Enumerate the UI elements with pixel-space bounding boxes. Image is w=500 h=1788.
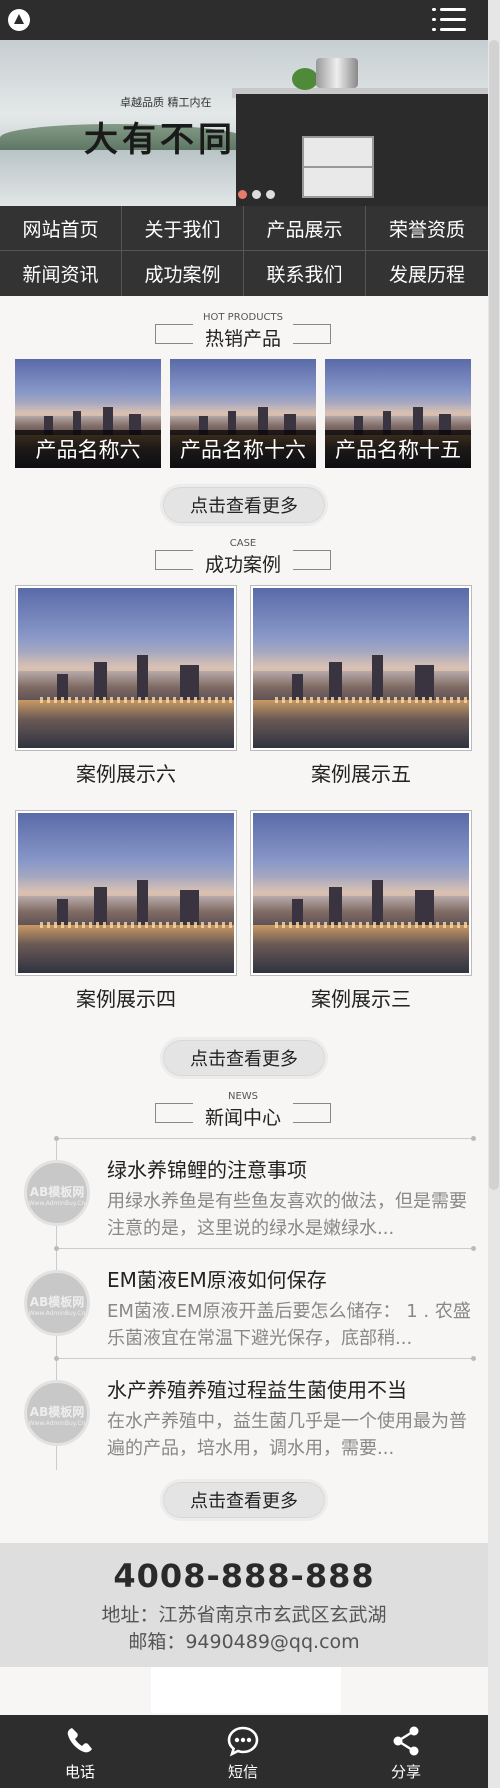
footer-blank-box <box>151 1667 341 1713</box>
news-summary: EM菌液.EM原液开盖后要怎么储存： 1 . 农盛乐菌液宜在常温下避光保存，底部… <box>107 1301 471 1349</box>
sms-label: 短信 <box>227 1763 258 1781</box>
thumbnail-text: AB模板网 <box>29 1405 85 1419</box>
nav-divider <box>0 250 488 251</box>
logo-icon[interactable] <box>8 9 30 31</box>
product-card[interactable]: 产品名称十五 <box>325 359 471 468</box>
case-title[interactable]: 案例展示五 <box>250 758 472 787</box>
address-text: 地址：江苏省南京市玄武区玄武湖 <box>101 1604 387 1626</box>
news-item[interactable]: AB模板网 Www.AdminBuy.Cn EM菌液EM原液如何保存 EM菌液.… <box>0 1246 488 1358</box>
share-label: 分享 <box>390 1763 421 1781</box>
products-more-button[interactable]: 点击查看更多 <box>160 484 328 526</box>
phone-icon <box>67 1728 92 1753</box>
nav-divider <box>243 206 244 296</box>
section-title-cn: 新闻中心 <box>204 1107 281 1129</box>
thumbnail-subtext: Www.AdminBuy.Cn <box>28 1310 86 1317</box>
case-title[interactable]: 案例展示六 <box>15 758 237 787</box>
news-item[interactable]: AB模板网 Www.AdminBuy.Cn 水产养殖养殖过程益生菌使用不当 在水… <box>0 1356 488 1468</box>
news-separator <box>54 1136 476 1141</box>
slide-dot[interactable] <box>252 190 261 199</box>
product-card[interactable]: 产品名称十六 <box>170 359 316 468</box>
news-title[interactable]: EM菌液EM原液如何保存 <box>107 1264 475 1293</box>
slide-dot[interactable] <box>266 190 275 199</box>
main-nav-grid: 网站首页 关于我们 产品展示 荣誉资质 新闻资讯 成功案例 联系我们 发展历程 <box>0 206 488 296</box>
thumbnail-subtext: Www.AdminBuy.Cn <box>28 1420 86 1427</box>
case-image <box>253 813 469 973</box>
nav-divider <box>365 206 366 296</box>
case-card[interactable] <box>250 585 472 751</box>
share-icon <box>393 1726 419 1756</box>
case-card[interactable] <box>250 810 472 976</box>
scrollbar-thumb[interactable] <box>489 40 499 1190</box>
news-item[interactable]: AB模板网 Www.AdminBuy.Cn 绿水养锦鲤的注意事项 用绿水养鱼是有… <box>0 1136 488 1248</box>
banner-tagline: 卓越品质 精工内在 <box>120 96 212 109</box>
hotline-number[interactable]: 4008-888-888 <box>0 1557 488 1595</box>
section-title-cn: 热销产品 <box>204 328 281 350</box>
section-title-products: HOT PRODUCTS 热销产品 <box>155 312 331 350</box>
news-thumbnail: AB模板网 Www.AdminBuy.Cn <box>24 1270 90 1336</box>
nav-item-history[interactable]: 发展历程 <box>366 251 488 296</box>
bottom-action-bar: 电话 短信 分享 <box>0 1715 488 1788</box>
page: 卓越品质 精工内在 大有不同 网站首页 关于我们 产品展示 荣誉资质 新闻资讯 … <box>0 0 500 1788</box>
section-title-cases: CASE 成功案例 <box>155 538 331 576</box>
nav-divider <box>121 206 122 296</box>
sms-button[interactable]: 短信 <box>183 1715 303 1788</box>
section-title-news: NEWS 新闻中心 <box>155 1091 331 1129</box>
case-image <box>253 588 469 748</box>
case-title[interactable]: 案例展示四 <box>15 983 237 1012</box>
banner-pot <box>316 58 358 88</box>
news-separator <box>54 1246 476 1251</box>
top-header <box>0 0 488 40</box>
news-more-button[interactable]: 点击查看更多 <box>160 1479 328 1521</box>
product-name: 产品名称六 <box>15 430 161 468</box>
news-title[interactable]: 绿水养锦鲤的注意事项 <box>107 1154 475 1183</box>
message-icon <box>227 1726 259 1757</box>
nav-item-cases[interactable]: 成功案例 <box>122 251 243 296</box>
nav-item-news[interactable]: 新闻资讯 <box>0 251 121 296</box>
banner-drawer <box>302 136 374 198</box>
case-title[interactable]: 案例展示三 <box>250 983 472 1012</box>
news-thumbnail: AB模板网 Www.AdminBuy.Cn <box>24 1160 90 1226</box>
nav-item-products[interactable]: 产品展示 <box>244 206 365 250</box>
nav-item-about[interactable]: 关于我们 <box>122 206 243 250</box>
call-button[interactable]: 电话 <box>20 1715 140 1788</box>
email-text[interactable]: 邮箱：9490489@qq.com <box>0 1627 488 1654</box>
case-card[interactable] <box>15 810 237 976</box>
banner-slogan: 大有不同 <box>84 120 236 160</box>
news-separator <box>54 1356 476 1361</box>
nav-item-home[interactable]: 网站首页 <box>0 206 121 250</box>
contact-footer: 4008-888-888 地址：江苏省南京市玄武区玄武湖 邮箱：9490489@… <box>0 1543 488 1667</box>
section-title-en: CASE <box>229 538 257 549</box>
thumbnail-text: AB模板网 <box>29 1295 85 1309</box>
thumbnail-text: AB模板网 <box>29 1185 85 1199</box>
section-title-en: NEWS <box>227 1091 259 1102</box>
product-card[interactable]: 产品名称六 <box>15 359 161 468</box>
case-image <box>18 813 234 973</box>
thumbnail-subtext: Www.AdminBuy.Cn <box>28 1200 86 1207</box>
cases-more-button[interactable]: 点击查看更多 <box>160 1037 328 1079</box>
section-title-en: HOT PRODUCTS <box>203 312 283 323</box>
call-label: 电话 <box>64 1763 95 1781</box>
case-image <box>18 588 234 748</box>
product-name: 产品名称十五 <box>325 430 471 468</box>
hamburger-menu-icon[interactable] <box>432 8 466 32</box>
hero-banner[interactable]: 卓越品质 精工内在 大有不同 <box>0 40 488 206</box>
news-thumbnail: AB模板网 Www.AdminBuy.Cn <box>24 1380 90 1446</box>
slide-dot[interactable] <box>238 190 247 199</box>
news-title[interactable]: 水产养殖养殖过程益生菌使用不当 <box>107 1374 475 1403</box>
scrollbar-track[interactable] <box>488 0 500 1788</box>
news-summary: 在水产养殖中，益生菌几乎是一个使用最为普遍的产品，培水用，调水用，需要... <box>107 1411 467 1459</box>
product-name: 产品名称十六 <box>170 430 316 468</box>
nav-item-honors[interactable]: 荣誉资质 <box>366 206 488 250</box>
case-card[interactable] <box>15 585 237 751</box>
banner-plant <box>292 68 318 90</box>
slide-indicator <box>238 184 280 203</box>
share-button[interactable]: 分享 <box>346 1715 466 1788</box>
section-title-cn: 成功案例 <box>204 554 281 576</box>
news-summary: 用绿水养鱼是有些鱼友喜欢的做法，但是需要注意的是，这里说的绿水是嫩绿水... <box>107 1191 467 1239</box>
nav-item-contact[interactable]: 联系我们 <box>244 251 365 296</box>
